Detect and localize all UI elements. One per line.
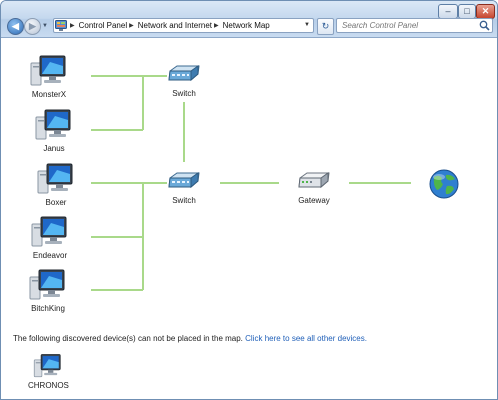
breadcrumb-separator[interactable]: ▶ [70, 22, 75, 29]
notice-text: The following discovered device(s) can n… [13, 334, 243, 343]
forward-arrow-icon: ▶ [29, 21, 36, 31]
device-bitchking[interactable]: BitchKing [29, 268, 67, 313]
device-label: CHRONOS [28, 381, 69, 390]
breadcrumb-separator[interactable]: ▶ [214, 22, 219, 29]
device-internet[interactable] [428, 168, 460, 200]
refresh-icon: ↻ [321, 21, 330, 31]
device-boxer[interactable]: Boxer [37, 162, 75, 207]
gateway-icon [298, 172, 330, 189]
recent-pages-dropdown[interactable]: ▼ [42, 23, 48, 29]
refresh-button[interactable]: ↻ [317, 18, 334, 35]
see-all-devices-link[interactable]: Click here to see all other devices. [245, 334, 367, 343]
back-button[interactable]: ◀ [7, 18, 24, 35]
computer-icon [35, 109, 71, 140]
maximize-button[interactable]: □ [458, 4, 476, 19]
search-icon[interactable] [479, 20, 490, 33]
breadcrumb-separator[interactable]: ▶ [129, 22, 134, 29]
computer-icon [34, 354, 62, 378]
minimize-button[interactable]: – [438, 4, 458, 19]
device-switch-bottom[interactable]: Switch [167, 170, 201, 205]
computer-icon [29, 269, 65, 300]
unplaced-devices-notice: The following discovered device(s) can n… [13, 334, 367, 343]
device-label: Endeavor [32, 251, 68, 260]
device-gateway[interactable]: Gateway [297, 170, 331, 205]
device-label: MonsterX [31, 90, 67, 99]
device-label: Switch [172, 89, 196, 98]
network-map-window: – □ ✕ ◀ ▶ ▼ ▶ Control Panel ▶ Network an… [0, 0, 498, 400]
computer-icon [30, 55, 66, 86]
address-dropdown-icon[interactable]: ▼ [304, 22, 310, 28]
computer-icon [31, 216, 67, 247]
device-monsterx[interactable]: MonsterX [30, 54, 68, 99]
device-switch-top[interactable]: Switch [167, 63, 201, 98]
search-input[interactable] [337, 19, 482, 32]
connection-lines [91, 75, 411, 291]
control-panel-icon [54, 19, 68, 32]
device-label: Boxer [45, 198, 67, 207]
title-bar: – □ ✕ ◀ ▶ ▼ ▶ Control Panel ▶ Network an… [1, 1, 497, 38]
computer-icon [37, 163, 73, 194]
device-janus[interactable]: Janus [35, 108, 73, 153]
breadcrumb-control-panel[interactable]: Control Panel [79, 21, 127, 30]
forward-button[interactable]: ▶ [24, 18, 41, 35]
device-label: BitchKing [31, 304, 65, 313]
address-bar[interactable]: ▶ Control Panel ▶ Network and Internet ▶… [53, 18, 314, 33]
switch-icon [168, 172, 200, 189]
breadcrumb-network-and-internet[interactable]: Network and Internet [138, 21, 212, 30]
switch-icon [168, 65, 200, 82]
close-button[interactable]: ✕ [476, 4, 495, 19]
search-box[interactable] [336, 18, 493, 33]
device-label: Switch [172, 196, 196, 205]
internet-globe-icon [429, 169, 459, 199]
device-label: Janus [43, 144, 65, 153]
back-arrow-icon: ◀ [12, 21, 19, 31]
device-label: Gateway [298, 196, 330, 205]
device-chronos[interactable]: CHRONOS [28, 353, 69, 390]
breadcrumb-network-map[interactable]: Network Map [223, 21, 270, 30]
device-endeavor[interactable]: Endeavor [31, 215, 69, 260]
network-map-area: MonsterX Janus Boxer Endeavor BitchKing … [1, 38, 497, 399]
